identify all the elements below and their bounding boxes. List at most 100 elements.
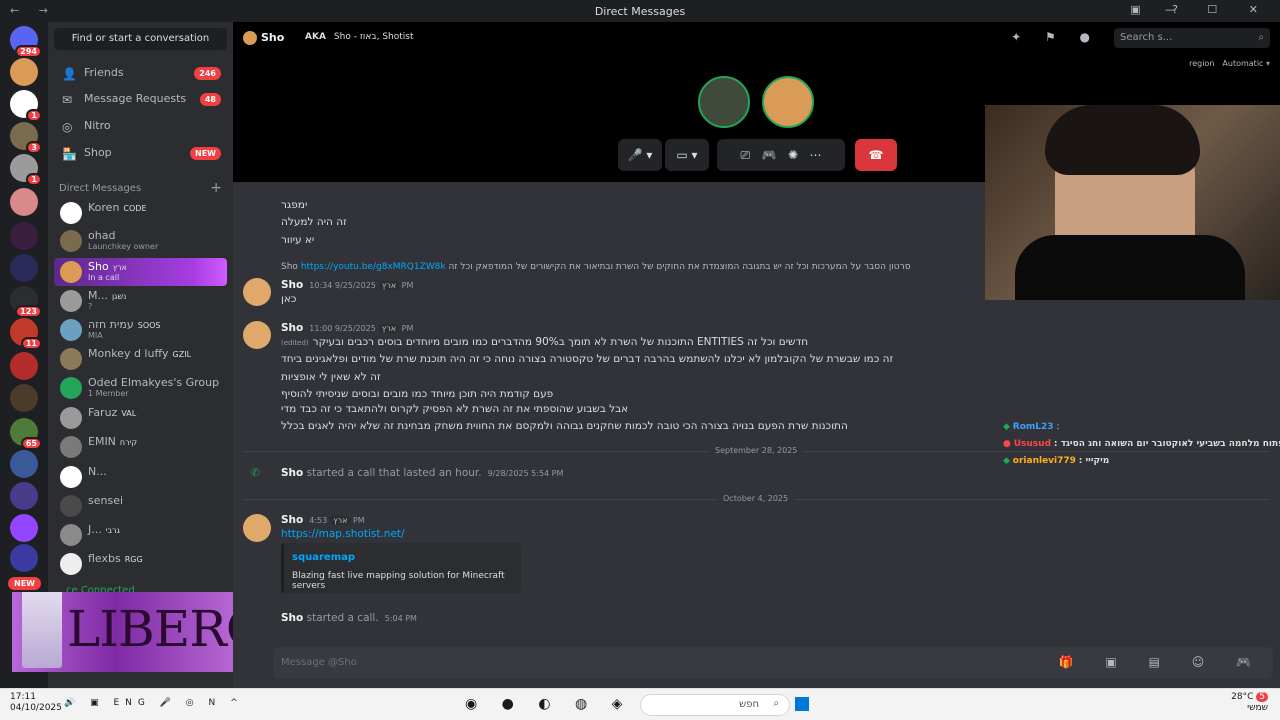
message-line: זה כמו שבשרת של הקובלמון לא יכלנו להשתמש… xyxy=(281,353,894,365)
system-tray[interactable]: 🔊 ▣ ENG 🎤 ◎ N ^ xyxy=(64,698,244,708)
server-icon[interactable]: 3 xyxy=(10,122,42,154)
message-header: Sho ארץ4:53 PM xyxy=(281,514,365,526)
date-divider-label: September 28, 2025 xyxy=(709,446,804,455)
server-icon[interactable] xyxy=(10,384,38,412)
server-icon[interactable]: 123 xyxy=(10,286,42,318)
search-icon: ⌕ xyxy=(1258,32,1264,43)
server-icon[interactable] xyxy=(10,58,38,86)
search-input[interactable]: Search s... ⌕ xyxy=(1114,28,1270,48)
dm-item[interactable]: M... נשגן? xyxy=(54,287,227,315)
mic-toggle-button[interactable]: 🎤 ▾ xyxy=(618,139,662,171)
reply-reference[interactable]: Sho https://youtu.be/g8xMRQ1ZW8k סרטון ה… xyxy=(281,262,911,272)
dm-item[interactable]: עמית חזה SOOS MIA xyxy=(54,316,227,344)
windows-start-icon[interactable] xyxy=(795,697,809,711)
nav-message-requests[interactable]: ✉ Message Requests 48 xyxy=(54,86,227,112)
chat-overlay-line: ◆ orianlevi779 : מיקייי xyxy=(1003,456,1110,466)
message-header: Sho ארץ9/25/2025 11:00 PM xyxy=(281,322,414,334)
header-action-icons[interactable]: ✦ ⚑ ● xyxy=(1011,30,1100,44)
find-conversation-button[interactable]: Find or start a conversation xyxy=(54,28,227,50)
composer-action-icons[interactable]: 🎁 ▣ ▤ ☺ 🎮 xyxy=(1059,655,1265,669)
avatar xyxy=(60,436,82,458)
server-icon[interactable]: 11 xyxy=(10,318,42,350)
message-composer[interactable]: Message @Sho 🎁 ▣ ▤ ☺ 🎮 xyxy=(273,647,1273,679)
aka-label: AKA Sho - באוז, Shotist xyxy=(305,32,414,42)
message-link[interactable]: https://map.shotist.net/ xyxy=(281,528,405,540)
home-button[interactable]: 294 xyxy=(10,26,42,58)
dm-item[interactable]: sensei xyxy=(54,492,227,520)
dm-item[interactable]: EMIN קירח xyxy=(54,433,227,461)
server-icon[interactable] xyxy=(10,188,38,216)
call-participant-avatar[interactable] xyxy=(762,76,814,128)
message-line: (edited) התוכנות של השרת לא תומך ב90% מהד… xyxy=(281,336,809,348)
message-line: פעם קודמת היה תוכן מיוחד כמו מובים ובוסי… xyxy=(281,388,554,400)
call-participant-avatar[interactable] xyxy=(698,76,750,128)
nav-nitro[interactable]: ◎ Nitro xyxy=(54,113,227,139)
avatar xyxy=(60,407,82,429)
message-line: יא עיוור xyxy=(281,234,315,246)
shop-icon: 🏪 xyxy=(62,147,77,161)
server-icon[interactable]: 65 xyxy=(10,418,42,450)
embed-title[interactable]: squaremap xyxy=(292,552,355,563)
chat-header: Sho AKA Sho - באוז, Shotist ✦ ⚑ ● Search … xyxy=(233,22,1280,54)
dm-header: Direct Messages + xyxy=(59,180,222,196)
create-dm-icon[interactable]: + xyxy=(210,180,222,196)
avatar xyxy=(60,495,82,517)
message-line: זה לא שאין לי אופציות xyxy=(281,371,381,383)
server-icon[interactable] xyxy=(10,352,38,380)
dm-item[interactable]: ohad Launchkey owner xyxy=(54,227,227,255)
streamer-shirt xyxy=(1015,235,1245,300)
windows-taskbar: 17:11 04/10/2025 🔊 ▣ ENG 🎤 ◎ N ^ ◉ ● ◐ ◍ … xyxy=(0,688,1280,720)
server-icon[interactable] xyxy=(10,544,38,572)
dm-item[interactable]: J... גרבי xyxy=(54,521,227,549)
embed-description: Blazing fast live mapping solution for M… xyxy=(292,571,505,591)
server-icon[interactable] xyxy=(10,254,38,282)
group-avatar xyxy=(60,377,82,399)
dm-item[interactable]: Faruz VAL xyxy=(54,404,227,432)
twitch-icon[interactable] xyxy=(10,514,38,542)
avatar[interactable] xyxy=(243,321,271,349)
avatar[interactable] xyxy=(243,514,271,542)
message-line: זה היה למעלה xyxy=(281,216,347,228)
weather-widget[interactable]: 28°C 5 שמשי xyxy=(1231,692,1268,714)
message-line: אבל בשבוע שהוספתי את זה השרת לא הפסיק לק… xyxy=(281,403,629,415)
avatar xyxy=(60,230,82,252)
call-log: Sho started a call that lasted an hour. 9… xyxy=(281,467,564,479)
avatar[interactable] xyxy=(243,278,271,306)
dm-item-active[interactable]: Sho ארץ In a call xyxy=(54,258,227,286)
dm-item[interactable]: N... xyxy=(54,463,227,491)
mail-icon: ✉ xyxy=(62,93,73,107)
server-list: 294 1 3 1 123 11 65 NEW xyxy=(0,22,48,688)
search-icon: ⌕ xyxy=(773,698,779,709)
taskbar-search[interactable]: חפש ⌕ xyxy=(640,694,790,716)
link-embed[interactable]: squaremap Blazing fast live mapping solu… xyxy=(281,543,521,593)
nav-friends[interactable]: 👤 Friends 246 xyxy=(54,60,227,86)
hang-up-button[interactable]: ☎ xyxy=(855,139,897,171)
taskbar-apps[interactable]: ◉ ● ◐ ◍ ◈ ▪ xyxy=(465,696,666,712)
message-line: התוכנות שרת הפעם בנויה בצורה הכי טובה לכ… xyxy=(281,420,848,432)
chat-overlay-line: ● Ususud : רשבר לפתוח מלחמה בשביעי לאוקט… xyxy=(1003,439,1280,449)
server-icon[interactable] xyxy=(10,450,38,478)
server-icon[interactable] xyxy=(10,482,38,510)
avatar xyxy=(60,261,82,283)
taskbar-clock[interactable]: 17:11 04/10/2025 xyxy=(10,692,62,714)
window-controls[interactable]: — ☐ ✕ xyxy=(1165,3,1272,16)
server-icon[interactable]: 1 xyxy=(10,154,42,186)
call-actions-bar[interactable]: ⎚ 🎮 ✺ ⋯ xyxy=(717,139,845,171)
dm-item[interactable]: Koren CODE xyxy=(54,199,227,227)
avatar xyxy=(60,466,82,488)
dm-item[interactable]: flexbs RGG xyxy=(54,550,227,578)
region-selector[interactable]: region Automatic ▾ xyxy=(1189,59,1270,68)
server-icon[interactable]: 1 xyxy=(10,90,42,122)
dm-item[interactable]: Monkey d luffy GZIL xyxy=(54,345,227,373)
new-badge: NEW xyxy=(8,577,41,590)
avatar xyxy=(60,524,82,546)
message-header: Sho ארץ9/25/2025 10:34 PM xyxy=(281,279,414,291)
server-icon[interactable] xyxy=(10,222,38,250)
avatar xyxy=(60,348,82,370)
window-title: Direct Messages xyxy=(594,5,686,18)
nav-shop[interactable]: 🏪 Shop NEW xyxy=(54,140,227,166)
camera-toggle-button[interactable]: ▭ ▾ xyxy=(665,139,709,171)
dm-item[interactable]: Oded Elmakyes's Group 1 Member xyxy=(54,374,227,402)
date-divider-label: October 4, 2025 xyxy=(717,494,795,503)
chat-overlay-line: ◆ RomL23 : xyxy=(1003,422,1060,432)
